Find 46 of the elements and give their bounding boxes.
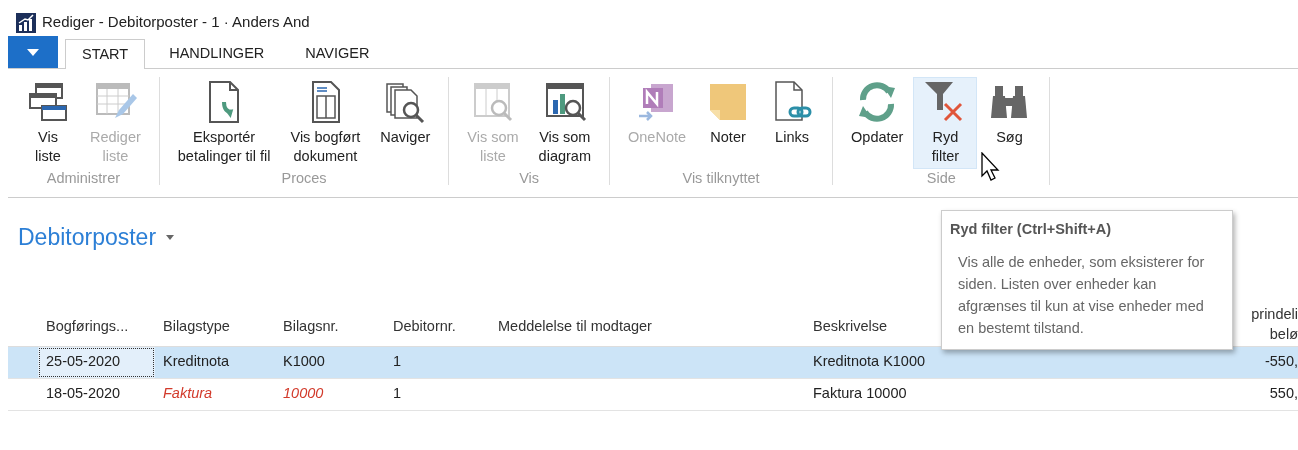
table-cell-text: 550, (1268, 384, 1298, 404)
column-header[interactable]: Meddelelse til modtager (490, 268, 805, 347)
table-cell-text: Kreditnota (162, 352, 231, 372)
table-row[interactable]: 25-05-2020 Kreditnota K1000 1 Kreditnota K1000 -550, (8, 346, 1298, 379)
group-label: Proces (280, 169, 328, 187)
table-cell-text: Faktura 10000 (812, 384, 908, 404)
table-cell-text: -550, (1263, 352, 1298, 372)
table-cell-text: 1 (392, 352, 403, 372)
column-header[interactable]: Debitornr. (385, 268, 490, 347)
list-title[interactable]: Debitorposter (18, 220, 157, 255)
caret-icon (27, 48, 39, 56)
ribbon-button[interactable]: Ryd filter (913, 77, 978, 169)
ribbon-button[interactable]: Vis bogført dokument (280, 77, 371, 169)
group-label: Side (925, 169, 957, 187)
column-header[interactable]: Bilagsnr. (275, 268, 385, 347)
table-row[interactable]: 18-05-2020 Faktura 10000 1 Faktura 10000 550, (8, 378, 1298, 411)
ribbon-button[interactable]: Links (760, 77, 825, 169)
table-cell-text: K1000 (282, 352, 326, 372)
table-cell-text: 18-05-2020 (45, 384, 122, 404)
ribbon-tab[interactable]: START (65, 39, 146, 69)
group-label: Vis tilknyttet (681, 169, 761, 187)
table-cell-text: 1 (392, 384, 403, 404)
ribbon-button[interactable]: Vis liste (16, 77, 80, 169)
ribbon-tab[interactable]: HANDLINGER (152, 38, 282, 68)
ribbon-tab[interactable]: NAVIGER (288, 38, 387, 68)
menu-button[interactable] (8, 36, 58, 68)
tooltip-title: Ryd filter (Ctrl+Shift+A) (950, 220, 1113, 239)
ribbon-button[interactable]: Eksportér betalinger til fil (167, 77, 281, 169)
group-label: Vis (518, 169, 541, 187)
window-list-icon (26, 80, 70, 124)
table-cell: 25-05-2020 (38, 346, 155, 378)
tooltip-text: Vis alle de enheder, som eksisterer for siden. Listen over enheder kan afgrænses til kun at vise enheder med en bestemt tilstand. (957, 252, 1206, 338)
table-cell-text: Faktura (162, 384, 214, 404)
ribbon-button[interactable]: Noter (696, 77, 761, 169)
window-title: Rediger - Debitorposter - 1 · Anders And (42, 12, 310, 33)
table-cell-text: 10000 (282, 384, 325, 404)
column-header[interactable]: Bogførings... (38, 268, 155, 347)
caret-icon[interactable] (166, 234, 175, 240)
ribbon-button[interactable]: Naviger (370, 77, 441, 169)
ribbon-button[interactable]: Opdater (841, 77, 914, 169)
table-cell-text: Kreditnota K1000 (812, 352, 927, 372)
app-icon (16, 12, 36, 33)
ribbon-button[interactable]: Vis som diagram (528, 77, 601, 169)
ribbon-button[interactable]: Søg (977, 77, 1042, 169)
group-label: Administrer (45, 169, 122, 187)
column-header[interactable]: Bilagstype (155, 268, 275, 347)
